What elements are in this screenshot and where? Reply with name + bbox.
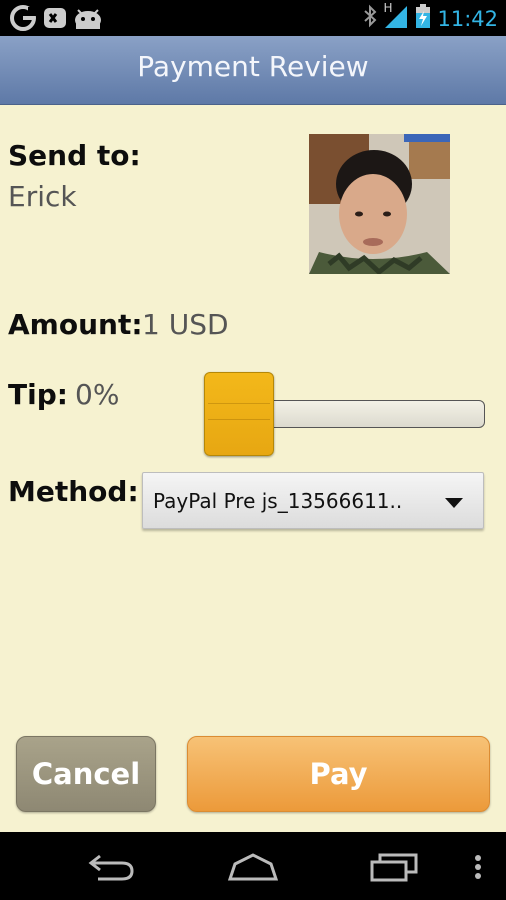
cancel-button[interactable]: Cancel xyxy=(16,736,156,812)
amount-label: Amount: xyxy=(8,308,143,341)
network-type-label: H xyxy=(383,1,393,15)
tip-label: Tip: xyxy=(8,378,68,411)
status-bar: H 11:42 xyxy=(0,0,506,36)
payment-method-selected: PayPal Pre js_13566611.. xyxy=(153,489,403,513)
battery-charging-icon xyxy=(415,3,431,34)
method-label: Method: xyxy=(8,475,139,508)
signal-icon: H xyxy=(383,1,409,34)
home-icon[interactable] xyxy=(227,852,279,887)
tip-slider-track[interactable] xyxy=(246,400,485,428)
system-icons: H 11:42 xyxy=(363,1,498,34)
google-icon xyxy=(10,5,36,36)
game-controller-icon xyxy=(42,5,68,36)
android-icon xyxy=(74,7,102,34)
recipient-photo xyxy=(309,134,450,274)
clock-time: 11:42 xyxy=(437,6,498,31)
navigation-bar xyxy=(0,832,506,900)
amount-value: 1 USD xyxy=(142,308,229,341)
dropdown-arrow-icon xyxy=(445,498,463,508)
title-bar: Payment Review xyxy=(0,36,506,105)
back-icon[interactable] xyxy=(88,852,136,887)
send-to-label: Send to: xyxy=(8,139,141,172)
overflow-menu-icon[interactable] xyxy=(474,854,482,885)
recipient-name: Erick xyxy=(8,180,77,213)
page-title: Payment Review xyxy=(137,50,369,83)
bluetooth-icon xyxy=(363,4,377,33)
pay-button[interactable]: Pay xyxy=(187,736,490,812)
tip-value: 0% xyxy=(75,378,120,411)
recent-apps-icon[interactable] xyxy=(370,850,420,887)
notification-icons xyxy=(10,5,102,36)
payment-method-dropdown[interactable]: PayPal Pre js_13566611.. xyxy=(142,472,484,529)
tip-slider-thumb[interactable] xyxy=(204,372,274,456)
